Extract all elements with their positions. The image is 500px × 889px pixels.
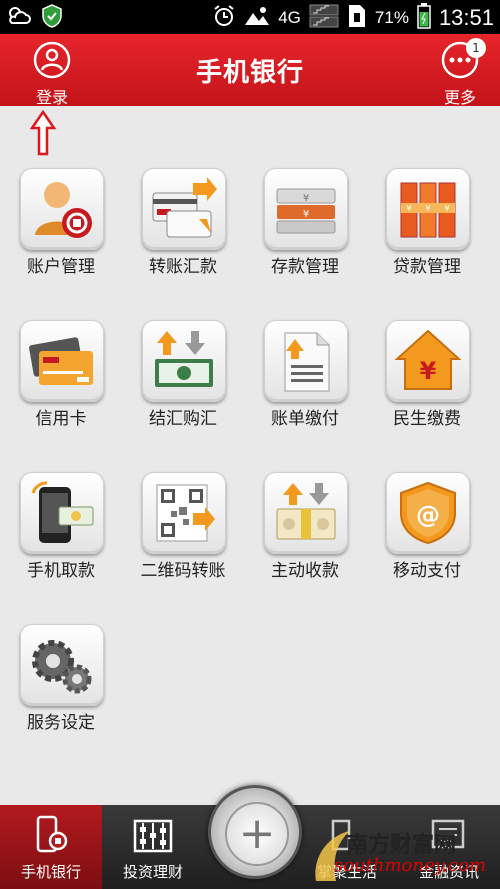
qrcode-icon [142, 472, 226, 554]
home-fee-icon: ¥ [386, 320, 470, 402]
svg-text:¥: ¥ [303, 193, 309, 204]
menu-label: 服务设定 [27, 713, 95, 733]
menu-item-bill[interactable]: 账单缴付 [244, 312, 366, 452]
watermark-logo: 南方财富网 southmoney.com [306, 825, 496, 885]
settings-gear-icon [20, 624, 104, 706]
account-icon [20, 168, 104, 250]
battery-icon [417, 3, 431, 33]
svg-text:¥: ¥ [425, 204, 430, 213]
menu-item-collect[interactable]: 主动收款 [244, 464, 366, 604]
menu-label: 移动支付 [393, 561, 461, 581]
tab-investment[interactable]: 投资理财 [102, 805, 204, 889]
notification-badge: 1 [466, 38, 486, 58]
deposit-icon: ¥ ¥ [264, 168, 348, 250]
bill-icon [264, 320, 348, 402]
menu-item-account[interactable]: 账户管理 [0, 160, 122, 300]
svg-text:@: @ [416, 501, 440, 529]
menu-label: 民生缴费 [393, 409, 461, 429]
page-title: 手机银行 [195, 58, 304, 88]
collect-icon [264, 472, 348, 554]
bottom-nav: 手机银行 投资理财 + 掌聚生活 金融资讯 南方财富网 southmoney.c… [0, 785, 500, 889]
menu-item-loan[interactable]: ¥ ¥ ¥ 贷款管理 [366, 160, 488, 300]
loan-icon: ¥ ¥ ¥ [386, 168, 470, 250]
menu-label: 账户管理 [27, 257, 95, 277]
tab-mobile-bank[interactable]: 手机银行 [0, 805, 102, 889]
menu-item-mobile-pay[interactable]: @ 移动支付 [366, 464, 488, 604]
watermark-subtitle: southmoney.com [334, 855, 487, 876]
menu-item-phone-withdraw[interactable]: 手机取款 [0, 464, 122, 604]
menu-item-credit-card[interactable]: 信用卡 [0, 312, 122, 452]
tab-label: 投资理财 [122, 863, 183, 881]
shield-icon [42, 4, 62, 32]
signal-icon [309, 4, 339, 32]
app-header: 登录 手机银行 1 更多 [0, 34, 500, 107]
menu-label: 主动收款 [271, 561, 339, 581]
menu-item-settings[interactable]: 服务设定 [0, 616, 122, 756]
menu-item-deposit[interactable]: ¥ ¥ 存款管理 [244, 160, 366, 300]
weather-icon [6, 5, 32, 31]
clock-time: 13:51 [438, 5, 494, 30]
menu-label: 结汇购汇 [149, 409, 217, 429]
menu-item-transfer[interactable]: 转账汇款 [122, 160, 244, 300]
annotation-arrow-icon [29, 109, 57, 160]
exchange-icon [142, 320, 226, 402]
menu-label: 存款管理 [271, 257, 339, 277]
menu-label: 转账汇款 [149, 257, 217, 277]
image-icon [244, 5, 270, 31]
sim-icon [347, 3, 367, 33]
more-label: 更多 [443, 88, 476, 107]
more-button[interactable]: 1 更多 [428, 38, 492, 107]
credit-card-icon [20, 320, 104, 402]
battery-percent: 71% [374, 8, 409, 27]
tab-label: 手机银行 [20, 863, 81, 881]
mobile-pay-icon: @ [386, 472, 470, 554]
transfer-icon [142, 168, 226, 250]
menu-label: 账单缴付 [271, 409, 339, 429]
network-type: 4G [278, 8, 301, 27]
menu-label: 手机取款 [27, 561, 95, 581]
svg-text:¥: ¥ [406, 204, 411, 213]
svg-text:¥: ¥ [444, 204, 449, 213]
add-button[interactable]: + [208, 785, 302, 879]
menu-label: 贷款管理 [393, 257, 461, 277]
svg-text:¥: ¥ [303, 209, 309, 220]
svg-text:¥: ¥ [420, 357, 437, 385]
phone-withdraw-icon [20, 472, 104, 554]
plus-icon: + [225, 802, 289, 866]
menu-item-qrcode[interactable]: 二维码转账 [122, 464, 244, 604]
menu-item-home-fee[interactable]: ¥ 民生缴费 [366, 312, 488, 452]
menu-label: 二维码转账 [140, 561, 226, 581]
menu-label: 信用卡 [35, 409, 87, 429]
alarm-icon [212, 4, 236, 32]
menu-item-exchange[interactable]: 结汇购汇 [122, 312, 244, 452]
status-bar: 4G 71% 13:51 [0, 0, 500, 34]
